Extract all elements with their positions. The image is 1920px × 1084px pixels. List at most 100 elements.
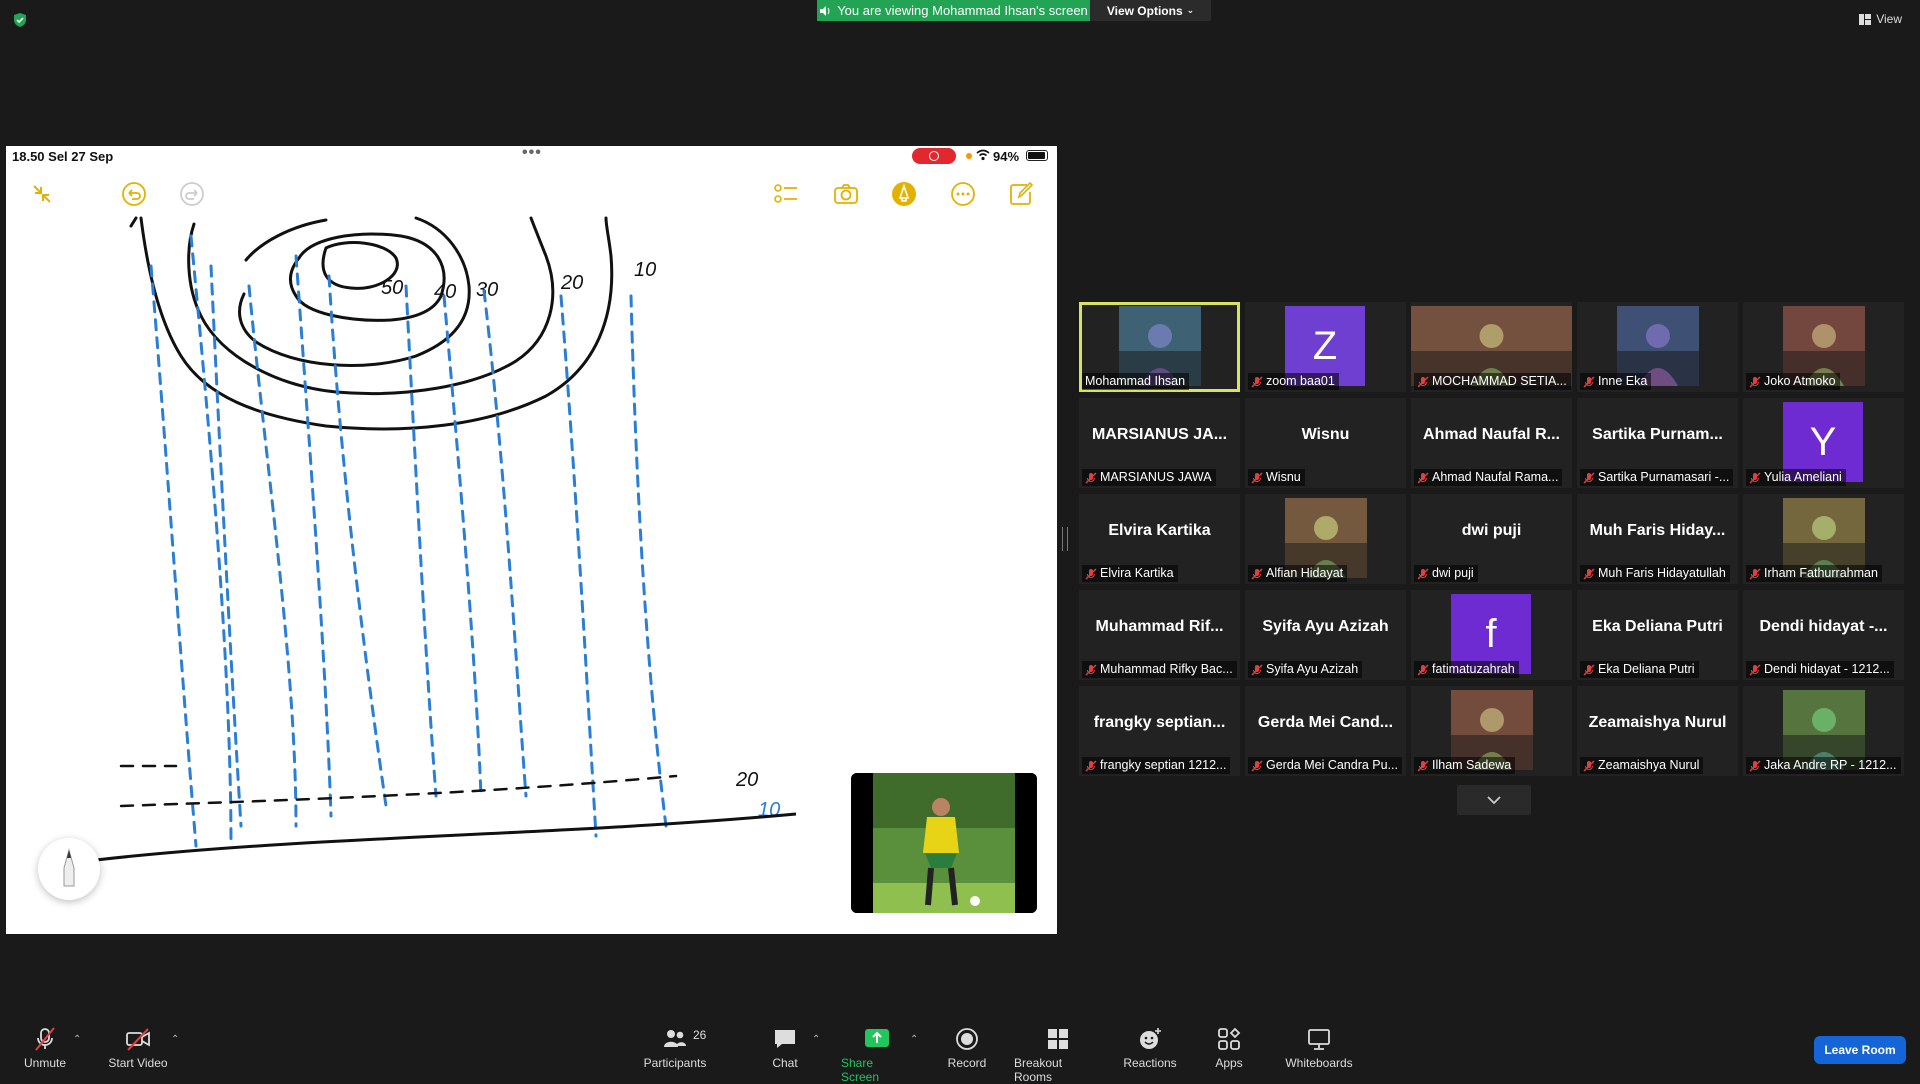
- start-video-button[interactable]: Start Video: [108, 1026, 168, 1070]
- share-options-caret[interactable]: ⌃: [910, 1034, 918, 1045]
- participant-name: Joko Atmoko: [1764, 374, 1836, 388]
- whiteboard-icon: [1308, 1029, 1330, 1050]
- participant-tile[interactable]: Gerda Mei Cand... Gerda Mei Candra Pu...: [1245, 686, 1406, 776]
- participant-tile[interactable]: Irham Fathurrahman: [1743, 494, 1904, 584]
- participant-name: Irham Fathurrahman: [1764, 566, 1878, 580]
- apps-button[interactable]: Apps: [1214, 1026, 1244, 1070]
- participant-tile[interactable]: Inne Eka: [1577, 302, 1738, 392]
- participant-name-label: Mohammad Ihsan: [1082, 373, 1190, 390]
- gallery-next-page-button[interactable]: [1457, 785, 1531, 815]
- participant-display-name: dwi puji: [1461, 522, 1522, 539]
- participant-tile[interactable]: MOCHAMMAD SETIA...: [1411, 302, 1572, 392]
- participant-tile[interactable]: Mohammad Ihsan: [1079, 302, 1240, 392]
- grid-view-icon: [1859, 13, 1872, 25]
- participant-name: Inne Eka: [1598, 374, 1648, 388]
- chat-button[interactable]: Chat: [770, 1026, 800, 1070]
- participant-display-name: Muhammad Rif...: [1095, 618, 1224, 635]
- view-layout-button[interactable]: View: [1859, 12, 1902, 26]
- muted-mic-icon: [1251, 376, 1263, 387]
- participant-tile[interactable]: dwi puji dwi puji: [1411, 494, 1572, 584]
- chat-options-caret[interactable]: ⌃: [812, 1034, 820, 1045]
- leave-room-button[interactable]: Leave Room: [1814, 1036, 1906, 1064]
- breakout-rooms-button[interactable]: Breakout Rooms: [1014, 1026, 1102, 1084]
- apps-label: Apps: [1215, 1056, 1243, 1070]
- view-options-button[interactable]: View Options ⌄: [1090, 0, 1211, 21]
- participants-icon: [664, 1030, 686, 1047]
- participant-name-label: Yulia Ameliani: [1746, 469, 1846, 486]
- participant-tile[interactable]: Zeamaishya Nurul Zeamaishya Nurul: [1577, 686, 1738, 776]
- muted-mic-icon: [1749, 664, 1761, 675]
- participant-name: Muhammad Rifky Bac...: [1100, 662, 1233, 676]
- participant-tile[interactable]: Wisnu Wisnu: [1245, 398, 1406, 488]
- participant-name-label: Eka Deliana Putri: [1580, 661, 1699, 678]
- participant-tile[interactable]: Ahmad Naufal R... Ahmad Naufal Rama...: [1411, 398, 1572, 488]
- participant-tile[interactable]: Muhammad Rif... Muhammad Rifky Bac...: [1079, 590, 1240, 680]
- participant-tile[interactable]: Eka Deliana Putri Eka Deliana Putri: [1577, 590, 1738, 680]
- participant-name-label: Muhammad Rifky Bac...: [1082, 661, 1237, 678]
- reactions-button[interactable]: Reactions: [1123, 1026, 1177, 1070]
- participant-tile[interactable]: Zzoom baa01: [1245, 302, 1406, 392]
- participant-tile[interactable]: Muh Faris Hiday... Muh Faris Hidayatullah: [1577, 494, 1738, 584]
- participant-name-label: MARSIANUS JAWA: [1082, 469, 1216, 486]
- participant-tile[interactable]: Ilham Sadewa: [1411, 686, 1572, 776]
- muted-mic-icon: [1417, 664, 1429, 675]
- participant-tile[interactable]: Jaka Andre RP - 1212...: [1743, 686, 1904, 776]
- participants-count: 26: [693, 1028, 707, 1042]
- participant-name: fatimatuzahrah: [1432, 662, 1515, 676]
- participant-tile[interactable]: Joko Atmoko: [1743, 302, 1904, 392]
- participant-name: frangky septian 1212...: [1100, 758, 1227, 772]
- participant-tile[interactable]: f fatimatuzahrah: [1411, 590, 1572, 680]
- muted-mic-icon: [1251, 664, 1263, 675]
- apps-icon: [1218, 1027, 1241, 1050]
- contour-label: 20: [735, 769, 758, 791]
- screen-share-banner: You are viewing Mohammad Ihsan's screen: [817, 0, 1090, 21]
- unmute-button[interactable]: Unmute: [22, 1026, 68, 1070]
- mic-off-icon: [35, 1027, 55, 1051]
- participant-name-label: zoom baa01: [1248, 373, 1339, 390]
- participant-tile[interactable]: Elvira Kartika Elvira Kartika: [1079, 494, 1240, 584]
- participant-tile[interactable]: Syifa Ayu Azizah Syifa Ayu Azizah: [1245, 590, 1406, 680]
- participant-tile[interactable]: Y Yulia Ameliani: [1743, 398, 1904, 488]
- participant-name: dwi puji: [1432, 566, 1474, 580]
- breakout-rooms-icon: [1048, 1029, 1068, 1049]
- participant-tile[interactable]: Sartika Purnam... Sartika Purnamasari -..…: [1577, 398, 1738, 488]
- audio-options-caret[interactable]: ⌃: [73, 1034, 81, 1045]
- contour-label: 10: [634, 259, 656, 281]
- participant-name-label: Muh Faris Hidayatullah: [1580, 565, 1730, 582]
- panel-resize-handle[interactable]: [1062, 527, 1068, 551]
- participant-name: Mohammad Ihsan: [1085, 374, 1186, 388]
- speaker-icon: [820, 5, 830, 16]
- record-button[interactable]: Record: [946, 1026, 988, 1070]
- participant-tile[interactable]: Alfian Hidayat: [1245, 494, 1406, 584]
- security-shield-icon[interactable]: [12, 12, 28, 28]
- participants-button[interactable]: 26 Participants: [643, 1026, 707, 1070]
- muted-mic-icon: [1417, 760, 1429, 771]
- participant-display-name: Eka Deliana Putri: [1592, 618, 1723, 635]
- participant-name-label: Syifa Ayu Azizah: [1248, 661, 1363, 678]
- muted-mic-icon: [1417, 568, 1429, 579]
- participant-name-label: Ilham Sadewa: [1414, 757, 1516, 774]
- chat-label: Chat: [772, 1056, 798, 1070]
- participant-display-name: Wisnu: [1301, 426, 1350, 443]
- participant-gallery: Mohammad Ihsan Zzoom baa01 MOCHAMMAD SET…: [1079, 302, 1904, 776]
- participant-name: Syifa Ayu Azizah: [1266, 662, 1359, 676]
- participant-name-label: Zeamaishya Nurul: [1580, 757, 1704, 774]
- pencil-icon: [63, 848, 75, 887]
- participant-tile[interactable]: frangky septian... frangky septian 1212..…: [1079, 686, 1240, 776]
- participant-tile[interactable]: Dendi hidayat -... Dendi hidayat - 1212..…: [1743, 590, 1904, 680]
- contour-label: 30: [476, 279, 498, 301]
- muted-mic-icon: [1749, 760, 1761, 771]
- participant-name-label: Irham Fathurrahman: [1746, 565, 1882, 582]
- reactions-label: Reactions: [1123, 1056, 1177, 1070]
- share-screen-button[interactable]: Share Screen: [841, 1026, 913, 1084]
- muted-mic-icon: [1085, 568, 1097, 579]
- muted-mic-icon: [1583, 472, 1595, 483]
- participant-tile[interactable]: MARSIANUS JA... MARSIANUS JAWA: [1079, 398, 1240, 488]
- muted-mic-icon: [1085, 760, 1097, 771]
- participant-name: zoom baa01: [1266, 374, 1335, 388]
- whiteboards-button[interactable]: Whiteboards: [1284, 1026, 1354, 1070]
- video-options-caret[interactable]: ⌃: [171, 1034, 179, 1045]
- shared-screen: 18.50 Sel 27 Sep ••• 94% 50 40 30 20 10: [6, 146, 1057, 934]
- participant-display-name: MARSIANUS JA...: [1091, 426, 1228, 443]
- share-screen-icon: [865, 1029, 889, 1047]
